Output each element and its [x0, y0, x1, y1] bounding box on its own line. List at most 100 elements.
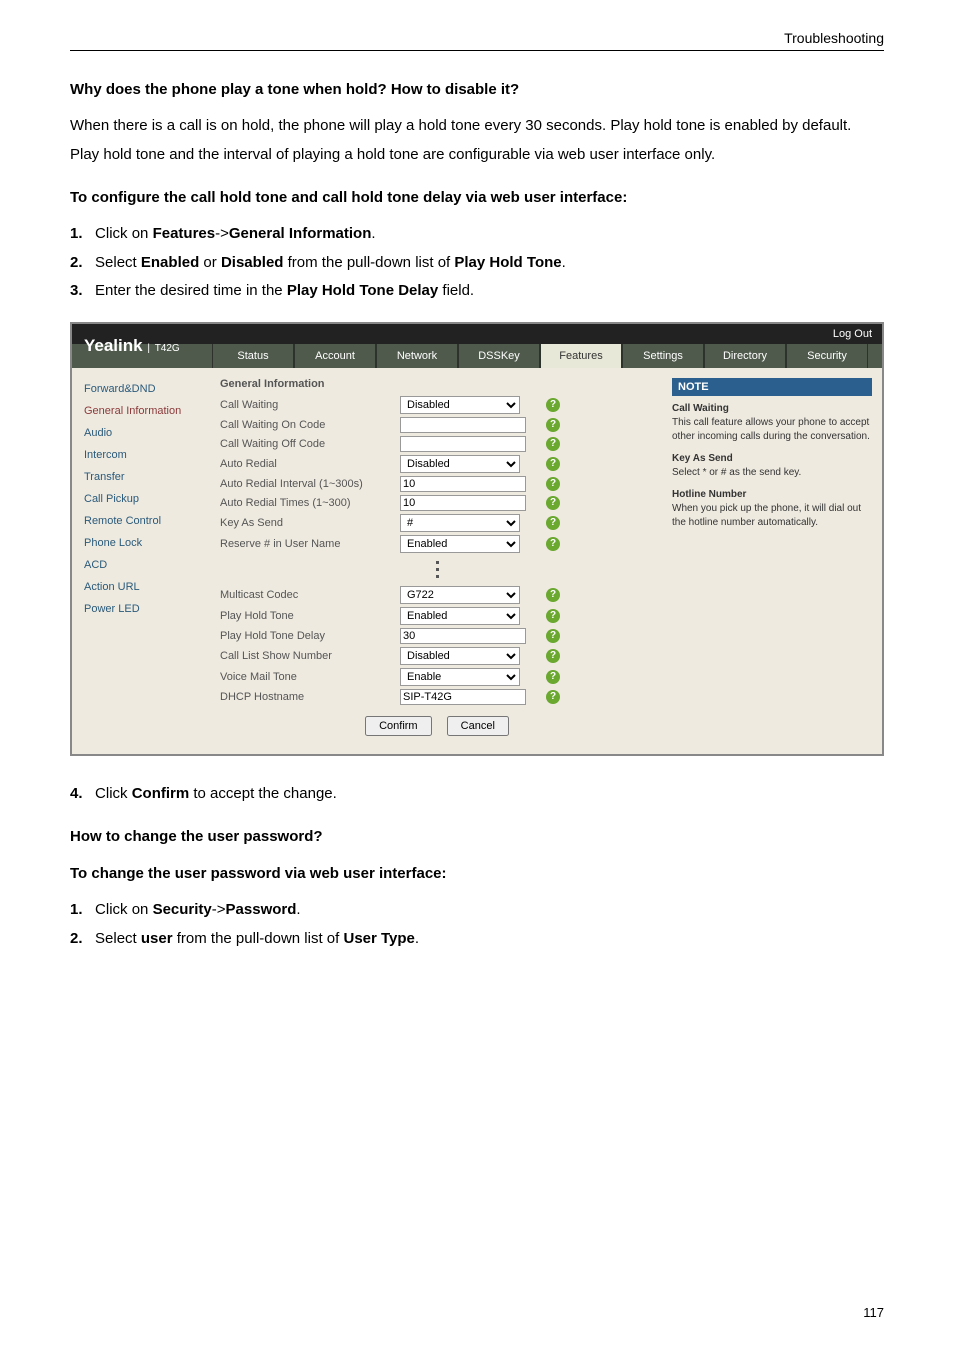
text: Features	[153, 225, 216, 242]
nav-intercom[interactable]: Intercom	[72, 444, 212, 466]
note-title: Key As Send	[672, 452, 872, 466]
field-label: Call Waiting On Code	[220, 419, 400, 431]
form-rows-bottom: Multicast CodecG722?Play Hold ToneEnable…	[220, 586, 654, 705]
tab-network[interactable]: Network	[376, 344, 458, 368]
form-row: Auto Redial Times (1~300)?	[220, 495, 654, 511]
procedure-1-heading: To configure the call hold tone and call…	[70, 189, 884, 206]
help-icon[interactable]: ?	[546, 649, 560, 663]
form-row: Call WaitingDisabled?	[220, 396, 654, 414]
text: ->	[212, 901, 226, 918]
field-label: Auto Redial Times (1~300)	[220, 497, 400, 509]
nav-forward-dnd[interactable]: Forward&DND	[72, 378, 212, 400]
text-field[interactable]	[400, 495, 526, 511]
text: field.	[438, 282, 474, 299]
field-control	[400, 417, 540, 433]
nav-phone-lock[interactable]: Phone Lock	[72, 532, 212, 554]
step-num: 3.	[70, 282, 83, 299]
text: Click on	[95, 225, 153, 242]
form-row: Key As Send#?	[220, 514, 654, 532]
nav-action-url[interactable]: Action URL	[72, 576, 212, 598]
select-field[interactable]: Enabled	[400, 535, 520, 553]
help-icon[interactable]: ?	[546, 496, 560, 510]
nav-audio[interactable]: Audio	[72, 422, 212, 444]
text-field[interactable]	[400, 476, 526, 492]
select-field[interactable]: #	[400, 514, 520, 532]
form-row: Call Waiting On Code?	[220, 417, 654, 433]
text-field[interactable]	[400, 689, 526, 705]
select-field[interactable]: Disabled	[400, 647, 520, 665]
step-num: 4.	[70, 785, 83, 802]
help-icon[interactable]: ?	[546, 418, 560, 432]
field-control: G722	[400, 586, 540, 604]
tab-account[interactable]: Account	[294, 344, 376, 368]
step-num: 2.	[70, 254, 83, 271]
top-tabs: Status Account Network DSSKey Features S…	[72, 344, 882, 368]
tab-settings[interactable]: Settings	[622, 344, 704, 368]
side-nav: Forward&DND General Information Audio In…	[72, 368, 212, 754]
field-control	[400, 436, 540, 452]
help-icon[interactable]: ?	[546, 690, 560, 704]
form-row: Multicast CodecG722?	[220, 586, 654, 604]
logout-link[interactable]: Log Out	[72, 324, 882, 344]
help-icon[interactable]: ?	[546, 457, 560, 471]
field-label: Call Waiting Off Code	[220, 438, 400, 450]
text: .	[296, 901, 300, 918]
text: Enter the desired time in the	[95, 282, 287, 299]
field-label: Voice Mail Tone	[220, 671, 400, 683]
form-row: Auto RedialDisabled?	[220, 455, 654, 473]
field-control: Enable	[400, 668, 540, 686]
help-icon[interactable]: ?	[546, 398, 560, 412]
text: from the pull-down list of	[173, 930, 344, 947]
select-field[interactable]: G722	[400, 586, 520, 604]
help-icon[interactable]: ?	[546, 477, 560, 491]
nav-acd[interactable]: ACD	[72, 554, 212, 576]
note-title: Hotline Number	[672, 488, 872, 502]
field-label: Auto Redial Interval (1~300s)	[220, 478, 400, 490]
nav-power-led[interactable]: Power LED	[72, 598, 212, 620]
tab-status[interactable]: Status	[212, 344, 294, 368]
text-field[interactable]	[400, 628, 526, 644]
text: or	[199, 254, 221, 271]
text: Security	[153, 901, 212, 918]
nav-transfer[interactable]: Transfer	[72, 466, 212, 488]
text: ->	[215, 225, 229, 242]
confirm-button[interactable]: Confirm	[365, 716, 432, 736]
procedure-2-heading: To change the user password via web user…	[70, 865, 884, 882]
help-icon[interactable]: ?	[546, 588, 560, 602]
field-control	[400, 495, 540, 511]
model: T42G	[155, 343, 180, 354]
text: to accept the change.	[189, 785, 337, 802]
help-icon[interactable]: ?	[546, 516, 560, 530]
field-label: Multicast Codec	[220, 589, 400, 601]
tab-features[interactable]: Features	[540, 344, 622, 368]
nav-remote-control[interactable]: Remote Control	[72, 510, 212, 532]
tab-directory[interactable]: Directory	[704, 344, 786, 368]
help-icon[interactable]: ?	[546, 437, 560, 451]
section-heading: General Information	[220, 378, 654, 390]
help-icon[interactable]: ?	[546, 670, 560, 684]
form-row: Play Hold Tone Delay?	[220, 628, 654, 644]
select-field[interactable]: Enable	[400, 668, 520, 686]
help-icon[interactable]: ?	[546, 609, 560, 623]
web-ui-screenshot: Log Out Yealink | T42G Status Account Ne…	[70, 322, 884, 756]
nav-general-information[interactable]: General Information	[72, 400, 212, 422]
field-label: Reserve # in User Name	[220, 538, 400, 550]
help-icon[interactable]: ?	[546, 537, 560, 551]
select-field[interactable]: Enabled	[400, 607, 520, 625]
text-field[interactable]	[400, 436, 526, 452]
step-4: 4. Click Confirm to accept the change.	[70, 780, 884, 809]
field-control	[400, 476, 540, 492]
text: Disabled	[221, 254, 284, 271]
text: .	[371, 225, 375, 242]
form-row: Reserve # in User NameEnabled?	[220, 535, 654, 553]
nav-call-pickup[interactable]: Call Pickup	[72, 488, 212, 510]
help-icon[interactable]: ?	[546, 629, 560, 643]
steps-list-1: 1. Click on Features->General Informatio…	[70, 220, 884, 306]
select-field[interactable]: Disabled	[400, 455, 520, 473]
tab-dsskey[interactable]: DSSKey	[458, 344, 540, 368]
select-field[interactable]: Disabled	[400, 396, 520, 414]
note-panel: NOTE Call WaitingThis call feature allow…	[662, 368, 882, 754]
text-field[interactable]	[400, 417, 526, 433]
tab-security[interactable]: Security	[786, 344, 868, 368]
cancel-button[interactable]: Cancel	[447, 716, 509, 736]
